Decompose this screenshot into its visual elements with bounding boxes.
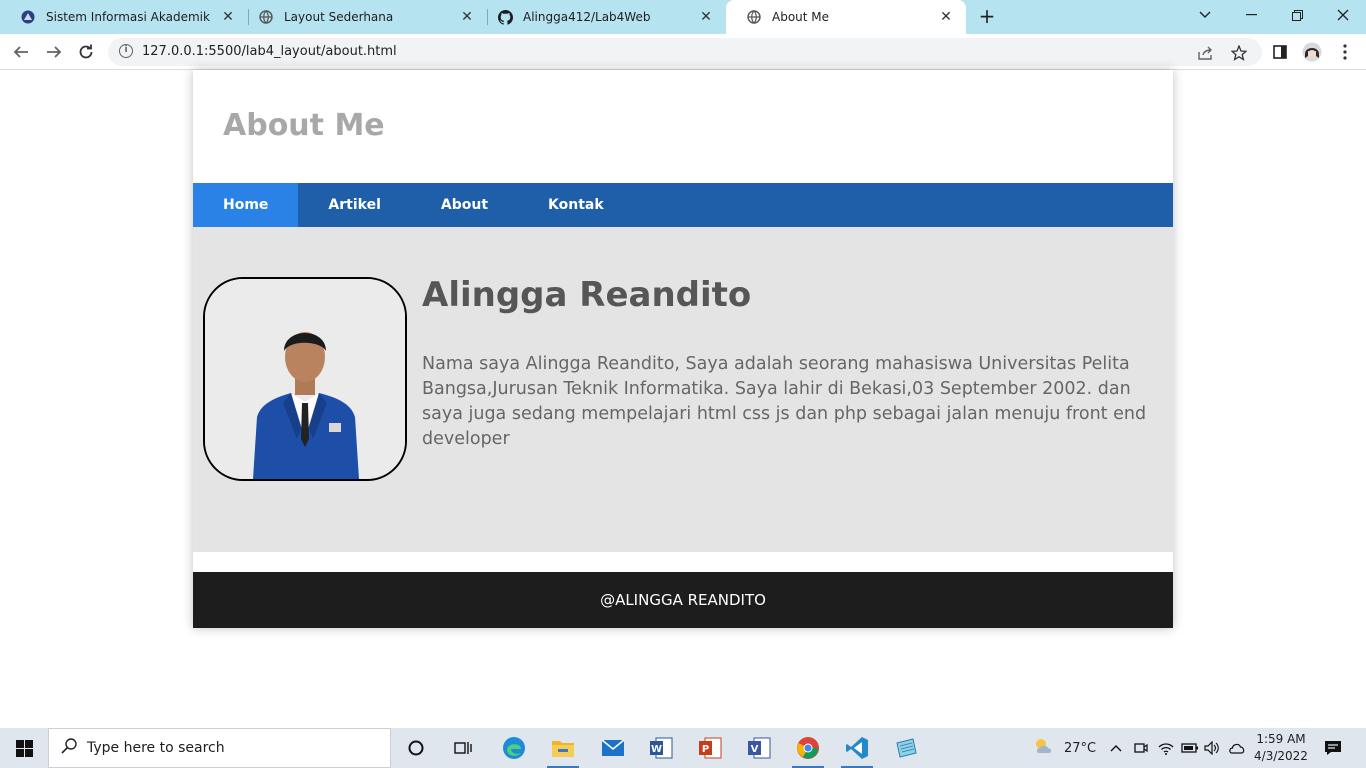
taskbar-clock[interactable]: 1:59 AM 4/3/2022 bbox=[1250, 731, 1312, 765]
close-window-icon[interactable] bbox=[1320, 0, 1366, 30]
close-tab-icon[interactable]: ✕ bbox=[459, 9, 475, 25]
notifications-icon[interactable] bbox=[1324, 728, 1342, 768]
meet-now-icon[interactable] bbox=[1134, 728, 1148, 768]
battery-icon[interactable] bbox=[1181, 728, 1199, 768]
search-icon bbox=[61, 738, 77, 758]
search-placeholder: Type here to search bbox=[87, 740, 225, 756]
svg-text:V: V bbox=[751, 744, 759, 755]
file-explorer-icon[interactable] bbox=[543, 732, 583, 768]
weather-temperature: 27°C bbox=[1064, 740, 1097, 756]
wifi-icon[interactable] bbox=[1158, 728, 1174, 768]
nav-link-artikel[interactable]: Artikel bbox=[298, 183, 410, 227]
close-tab-icon[interactable]: ✕ bbox=[698, 9, 714, 25]
share-icon[interactable] bbox=[1197, 44, 1215, 62]
restore-icon[interactable] bbox=[1274, 0, 1320, 30]
globe-icon bbox=[258, 9, 274, 25]
close-tab-icon[interactable]: ✕ bbox=[220, 9, 236, 25]
partly-cloudy-icon bbox=[1033, 737, 1055, 759]
bookmark-star-icon[interactable] bbox=[1230, 44, 1248, 62]
page-container: About Me Home Artikel About Kontak Aling… bbox=[193, 70, 1173, 628]
taskbar-search-box[interactable]: Type here to search bbox=[48, 728, 391, 768]
github-icon bbox=[497, 9, 513, 25]
onedrive-cloud-icon[interactable] bbox=[1228, 728, 1246, 768]
chrome-icon[interactable] bbox=[788, 732, 828, 768]
tab-title: About Me bbox=[772, 10, 830, 24]
profile-section: Alingga Reandito Nama saya Alingga Reand… bbox=[193, 227, 1173, 552]
task-view-icon[interactable] bbox=[443, 732, 483, 764]
tab-sistem-informasi-akademik[interactable]: Sistem Informasi Akademik ✕ bbox=[0, 0, 248, 34]
nav-link-about[interactable]: About bbox=[411, 183, 518, 227]
side-panel-icon[interactable] bbox=[1268, 40, 1292, 64]
tab-lab4web[interactable]: Alingga412/Lab4Web ✕ bbox=[477, 0, 726, 34]
reload-icon[interactable] bbox=[74, 40, 98, 64]
tab-title: Layout Sederhana bbox=[284, 10, 394, 24]
svg-text:P: P bbox=[702, 744, 709, 755]
university-icon bbox=[20, 9, 36, 25]
word-icon[interactable]: W bbox=[641, 732, 681, 764]
vscode-icon[interactable] bbox=[837, 732, 877, 768]
weather-widget[interactable]: 27°C bbox=[1033, 728, 1096, 768]
nav-link-kontak[interactable]: Kontak bbox=[518, 183, 634, 227]
browser-tab-strip: Sistem Informasi Akademik ✕ Layout Seder… bbox=[0, 0, 1366, 34]
url-text[interactable]: 127.0.0.1:5500/lab4_layout/about.html bbox=[142, 44, 397, 59]
clock-time: 1:59 AM bbox=[1256, 732, 1306, 746]
notepad-icon[interactable] bbox=[886, 732, 926, 764]
site-footer: @ALINGGA REANDITO bbox=[193, 572, 1173, 628]
new-tab-button[interactable]: + bbox=[976, 5, 998, 27]
svg-text:W: W bbox=[651, 744, 662, 755]
tab-title: Sistem Informasi Akademik bbox=[46, 10, 210, 24]
close-tab-icon[interactable]: ✕ bbox=[938, 9, 954, 25]
site-title: About Me bbox=[223, 108, 385, 143]
speaker-icon[interactable] bbox=[1204, 728, 1220, 768]
profile-avatar-icon[interactable] bbox=[1300, 40, 1324, 64]
edge-browser-icon[interactable] bbox=[494, 732, 534, 764]
browser-menu-icon[interactable] bbox=[1333, 40, 1357, 64]
tab-about-me[interactable]: About Me ✕ bbox=[726, 0, 966, 34]
powerpoint-icon[interactable]: P bbox=[690, 732, 730, 764]
profile-photo bbox=[203, 277, 407, 481]
profile-bio: Nama saya Alingga Reandito, Saya adalah … bbox=[422, 354, 1147, 449]
show-hidden-icons-chevron-icon[interactable] bbox=[1110, 728, 1122, 768]
visio-icon[interactable]: V bbox=[739, 732, 779, 764]
tab-search-chevron-icon[interactable] bbox=[1182, 0, 1228, 30]
nav-link-home[interactable]: Home bbox=[193, 183, 299, 227]
back-icon[interactable] bbox=[9, 40, 33, 64]
tab-layout-sederhana[interactable]: Layout Sederhana ✕ bbox=[238, 0, 487, 34]
site-info-icon[interactable]: i bbox=[119, 44, 133, 58]
site-header: About Me bbox=[193, 70, 1173, 183]
profile-name: Alingga Reandito bbox=[422, 275, 752, 315]
section-spacer bbox=[193, 552, 1173, 572]
mail-icon[interactable] bbox=[593, 732, 633, 764]
tab-title: Alingga412/Lab4Web bbox=[523, 10, 651, 24]
address-bar[interactable]: i 127.0.0.1:5500/lab4_layout/about.html bbox=[108, 38, 1262, 66]
clock-date: 4/3/2022 bbox=[1254, 749, 1308, 763]
minimize-icon[interactable] bbox=[1228, 0, 1274, 30]
globe-icon bbox=[746, 9, 762, 25]
browser-toolbar: i 127.0.0.1:5500/lab4_layout/about.html bbox=[0, 34, 1366, 70]
windows-start-icon[interactable] bbox=[0, 728, 48, 768]
main-navigation: Home Artikel About Kontak bbox=[193, 183, 1173, 227]
windows-taskbar: Type here to search W P V 27°C 1:59 AM 4… bbox=[0, 728, 1366, 768]
forward-icon[interactable] bbox=[42, 40, 66, 64]
cortana-icon[interactable] bbox=[396, 732, 436, 764]
